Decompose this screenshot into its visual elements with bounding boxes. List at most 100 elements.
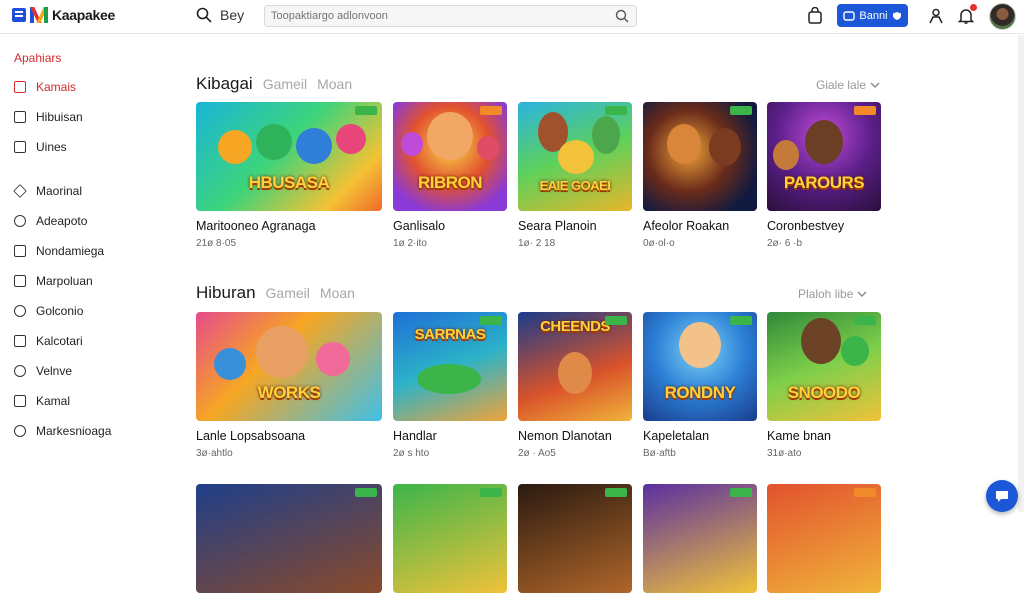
- game-thumbnail: [767, 484, 881, 593]
- game-card[interactable]: EAIE GOAEI Seara Planoin 1ø· 2 18: [518, 102, 632, 249]
- sidebar-item-label: Maorinal: [36, 184, 83, 198]
- game-meta: 1ø 2·ito: [393, 238, 427, 249]
- section-title: Hiburan: [196, 283, 256, 302]
- game-logo-text: EAIE GOAEI: [539, 178, 611, 193]
- game-card[interactable]: HBUSASA Maritooneo Agranaga 21ø 8·05: [196, 102, 382, 249]
- sidebar-item-maorinal[interactable]: Maorinal: [13, 182, 83, 200]
- chat-bubble-icon: [996, 491, 1008, 502]
- sidebar-item-label: Adeapoto: [36, 214, 88, 228]
- tag-icon: [13, 184, 27, 198]
- game-title: Kame bnan: [767, 429, 831, 443]
- search-toggle[interactable]: Bey: [196, 7, 244, 23]
- sidebar-item-kamal[interactable]: Kamal: [14, 392, 70, 410]
- game-badge: [605, 488, 627, 497]
- game-thumbnail: SARRNAS: [393, 312, 507, 421]
- chat-icon: [14, 335, 26, 347]
- game-card[interactable]: [393, 484, 507, 593]
- game-thumbnail: [518, 484, 632, 593]
- game-badge: [605, 106, 627, 115]
- game-logo-text: HBUSASA: [248, 173, 330, 192]
- game-card[interactable]: [643, 484, 757, 593]
- game-thumbnail: HBUSASA: [196, 102, 382, 211]
- game-badge: [730, 488, 752, 497]
- game-card[interactable]: CHEENDS Nemon Dlanotan 2ø · Ao5: [518, 312, 632, 459]
- section-tab[interactable]: Moan: [320, 285, 355, 301]
- game-thumbnail: WORKS: [196, 312, 382, 421]
- sidebar-item-uines[interactable]: Uines: [14, 138, 67, 156]
- game-card[interactable]: [767, 484, 881, 593]
- scrollbar[interactable]: [1018, 35, 1024, 512]
- game-card[interactable]: [196, 484, 382, 593]
- sidebar-item-velnve[interactable]: Velnve: [14, 362, 72, 380]
- brand-name: Kaapakee: [52, 7, 115, 23]
- game-title: Seara Planoin: [518, 219, 597, 233]
- game-thumbnail: RIBRON: [393, 102, 507, 211]
- game-card[interactable]: SNOODO Kame bnan 31ø·ato: [767, 312, 881, 459]
- image-icon: [14, 275, 26, 287]
- section-tab[interactable]: Gameil: [263, 76, 307, 92]
- game-card[interactable]: SARRNAS Handlar 2ø s hto: [393, 312, 507, 459]
- sidebar-item-nondamiega[interactable]: Nondamiega: [14, 242, 104, 260]
- game-card[interactable]: PAROURS Coronbestvey 2ø· 6 ·b: [767, 102, 881, 249]
- search-submit-icon[interactable]: [614, 8, 630, 24]
- sidebar-item-label: Golconio: [36, 304, 84, 318]
- clock-icon: [14, 215, 26, 227]
- section-tab[interactable]: Moan: [317, 76, 352, 92]
- game-card[interactable]: Afeolor Roakan 0ø·ol·o: [643, 102, 757, 249]
- game-thumbnail: SNOODO: [767, 312, 881, 421]
- game-meta: 2ø s hto: [393, 448, 430, 459]
- game-meta: 0ø·ol·o: [643, 238, 675, 249]
- sidebar-item-golconio[interactable]: Golconio: [14, 302, 83, 320]
- sidebar-item-label: Kalcotari: [36, 334, 83, 348]
- game-card[interactable]: [518, 484, 632, 593]
- bag-icon[interactable]: [806, 7, 824, 25]
- top-bar: Kaapakee Bey Banni: [0, 0, 1024, 34]
- app-logo[interactable]: Kaapakee: [12, 7, 115, 23]
- shield-icon: [892, 11, 901, 20]
- sidebar-item-kamais[interactable]: Kamais: [14, 78, 76, 96]
- sidebar-item-kalcotari[interactable]: Kalcotari: [14, 332, 83, 350]
- game-thumbnail: PAROURS: [767, 102, 881, 211]
- sidebar-item-markesnioaga[interactable]: Markesnioaga: [14, 422, 111, 440]
- game-meta: 21ø 8·05: [196, 238, 237, 249]
- sidebar-item-label: Uines: [36, 140, 67, 154]
- search-input[interactable]: [265, 6, 595, 26]
- promo-button[interactable]: Banni: [837, 4, 908, 27]
- sidebar-item-hibuisan[interactable]: Hibuisan: [14, 108, 83, 126]
- game-card[interactable]: RONDNY Kapeletalan Bø·aftb: [643, 312, 757, 459]
- ticket-icon: [843, 10, 856, 21]
- see-all-link[interactable]: Giale lale: [816, 78, 880, 92]
- promo-button-label: Banni: [859, 9, 888, 22]
- sidebar-item-adeapoto[interactable]: Adeapoto: [14, 212, 87, 230]
- game-logo-text: SARRNAS: [414, 326, 486, 343]
- square-icon: [14, 111, 26, 123]
- brand-m-icon: [30, 7, 48, 23]
- chat-fab-button[interactable]: [986, 480, 1018, 512]
- sidebar-item-label: Nondamiega: [36, 244, 105, 258]
- sidebar-item-label: Kamal: [36, 394, 71, 408]
- avatar[interactable]: [989, 3, 1016, 30]
- sidebar-title: Apahiars: [14, 51, 62, 65]
- sidebar-item-label: Hibuisan: [36, 110, 83, 124]
- game-thumbnail: [393, 484, 507, 593]
- chevron-down-icon: [870, 82, 880, 88]
- game-title: Ganlisalo: [393, 219, 446, 233]
- game-badge: [854, 488, 876, 497]
- see-all-link[interactable]: Plaloh libe: [798, 287, 867, 301]
- game-logo-text: RIBRON: [417, 173, 483, 192]
- game-meta: 3ø·ahtlo: [196, 448, 233, 459]
- game-meta: 1ø· 2 18: [518, 238, 556, 249]
- search-bar: [264, 5, 637, 27]
- see-all-label: Giale lale: [816, 78, 867, 92]
- game-card[interactable]: WORKS Lanle Lopsabsoana 3ø·ahtlo: [196, 312, 382, 459]
- user-icon[interactable]: [927, 7, 945, 25]
- sidebar-item-marpoluan[interactable]: Marpoluan: [14, 272, 93, 290]
- game-badge: [480, 106, 502, 115]
- game-thumbnail: [643, 484, 757, 593]
- search-label: Bey: [220, 7, 245, 23]
- game-title: Handlar: [393, 429, 437, 443]
- section-tab[interactable]: Gameil: [266, 285, 310, 301]
- sidebar-item-label: Marpoluan: [36, 274, 93, 288]
- info-icon: [14, 425, 26, 437]
- game-card[interactable]: RIBRON Ganlisalo 1ø 2·ito: [393, 102, 507, 249]
